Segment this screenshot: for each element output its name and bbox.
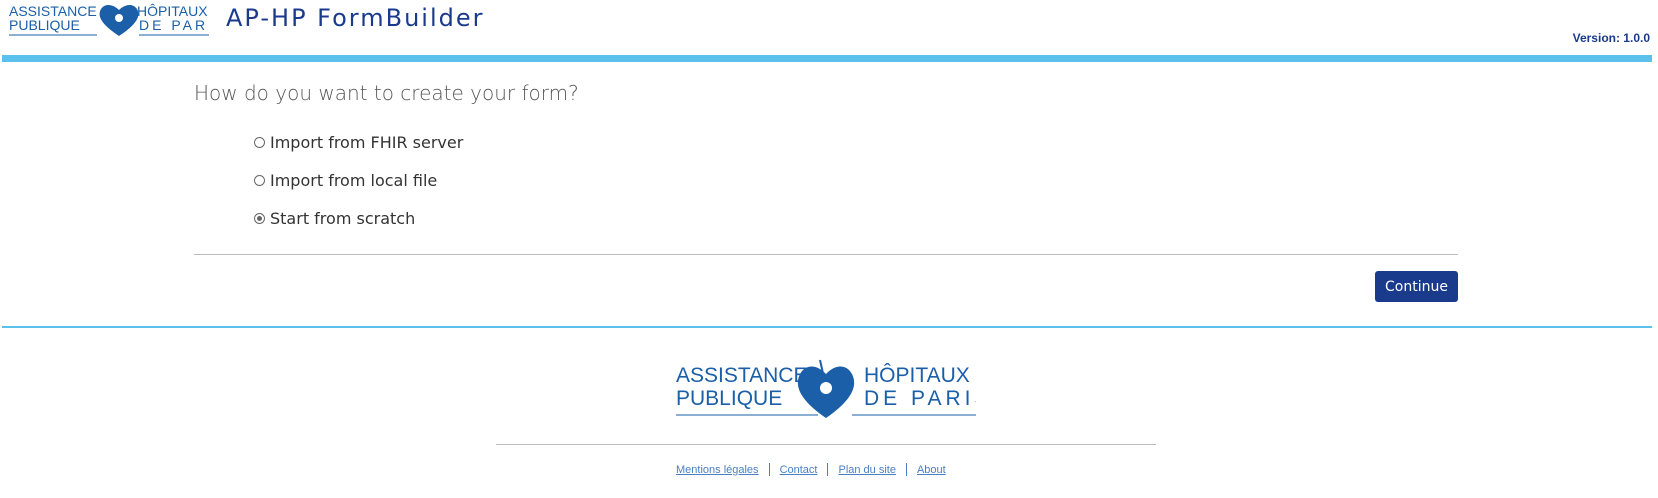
continue-button[interactable]: Continue	[1375, 271, 1458, 302]
footer-logo-text-de-paris: DE PARIS	[864, 387, 976, 410]
option-label: Import from local file	[270, 170, 438, 190]
option-import-fhir[interactable]: Import from FHIR server	[254, 131, 463, 153]
app-title: AP-HP FormBuilder	[226, 4, 485, 32]
footer-divider	[496, 444, 1156, 445]
link-separator	[768, 463, 770, 476]
radio-import-fhir[interactable]	[254, 136, 265, 148]
footer-aphp-logo[interactable]: ASSISTANCE PUBLIQUE HÔPITAUX DE PARIS	[676, 358, 976, 420]
aphp-logo[interactable]: ASSISTANCE PUBLIQUE HÔPITAUX DE PARIS	[9, 2, 209, 38]
logo-text-de-paris: DE PARIS	[139, 17, 209, 33]
divider	[194, 254, 1458, 255]
footer-logo-text-publique: PUBLIQUE	[676, 387, 782, 410]
page-question: How do you want to create your form?	[194, 81, 579, 105]
option-label: Import from FHIR server	[270, 132, 464, 152]
footer-accent-line	[2, 326, 1652, 328]
footer-link-contact[interactable]: Contact	[780, 464, 818, 476]
link-separator	[827, 463, 829, 476]
header-accent-bar	[2, 55, 1652, 62]
footer-link-about[interactable]: About	[917, 464, 946, 476]
footer-logo-text-assistance: ASSISTANCE	[676, 364, 807, 387]
option-import-local[interactable]: Import from local file	[254, 169, 437, 191]
radio-start-scratch[interactable]	[254, 212, 265, 224]
logo-text-publique: PUBLIQUE	[9, 17, 80, 33]
footer-link-plan-du-site[interactable]: Plan du site	[838, 464, 895, 476]
footer-logo-text-hopitaux: HÔPITAUX	[864, 364, 970, 387]
version-label: Version: 1.0.0	[1572, 31, 1650, 45]
option-label: Start from scratch	[270, 208, 416, 228]
radio-import-local[interactable]	[254, 174, 265, 186]
option-start-scratch[interactable]: Start from scratch	[254, 207, 415, 229]
header: ASSISTANCE PUBLIQUE HÔPITAUX DE PARIS AP…	[0, 0, 1658, 54]
footer-links: Mentions légales Contact Plan du site Ab…	[676, 463, 946, 476]
link-separator	[905, 463, 907, 476]
footer-link-mentions-legales[interactable]: Mentions légales	[676, 464, 759, 476]
